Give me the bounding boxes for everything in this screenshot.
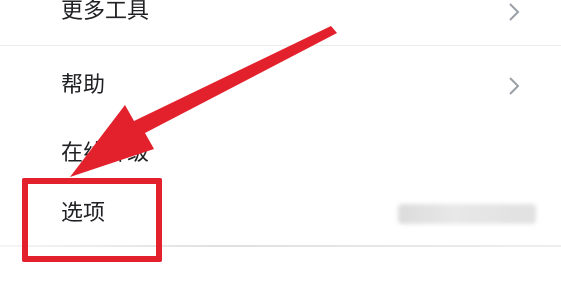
annotation-arrow-icon: [70, 26, 337, 177]
